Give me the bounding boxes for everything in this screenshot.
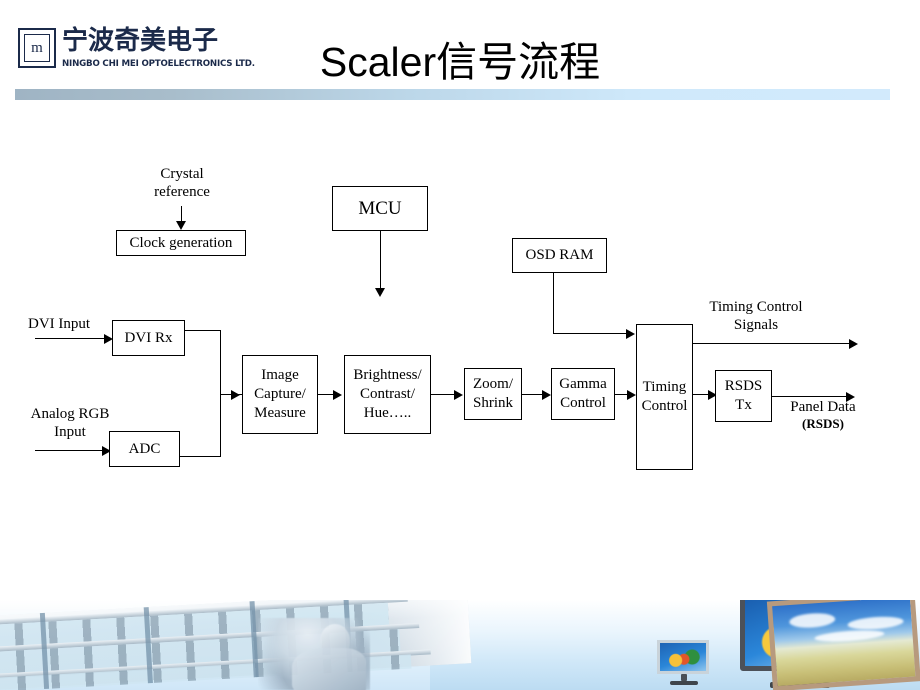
label-panel-data: Panel Data (RSDS) (777, 398, 869, 432)
analog-rgb-line-2: Input (54, 424, 86, 441)
monitor-large-cloud-2 (847, 615, 904, 632)
connector-dvi-input (35, 338, 107, 339)
box-timing-control[interactable]: Timing Control (636, 324, 693, 470)
monitor-large-cloud-3 (814, 628, 885, 644)
box-gamma-control[interactable]: Gamma Control (551, 368, 615, 420)
monitor-small-screen (657, 640, 709, 674)
box-gamma-control-line-1: Gamma (559, 376, 607, 393)
connector-rsds-panel-data (772, 396, 850, 397)
monitor-small (657, 640, 715, 686)
arrowhead-crystal-to-clock (176, 221, 186, 230)
label-dvi-input: DVI Input (28, 315, 118, 333)
factory-cleanroom-photo (0, 600, 472, 690)
box-brightness-line-1: Brightness/ (353, 367, 422, 384)
connector-imagecapture-to-brightness (318, 394, 334, 395)
box-timing-control-line-1: Timing (642, 379, 687, 396)
box-clock-generation[interactable]: Clock generation (116, 230, 246, 256)
analog-rgb-line-1: Analog RGB (30, 406, 110, 422)
box-clock-generation-label: Clock generation (129, 234, 233, 251)
label-crystal-reference: Crystal reference (136, 165, 228, 202)
connector-timing-control-signals (693, 343, 852, 344)
arrowhead-osdram-to-timing (626, 329, 635, 339)
box-zoom-shrink-line-2: Shrink (472, 395, 513, 411)
label-timing-control-signals: Timing Control Signals (690, 298, 822, 335)
box-brightness-line-2: Contrast/ (360, 386, 415, 403)
monitor-small-stand (681, 674, 687, 681)
connector-dvirx-right (185, 330, 220, 331)
box-rsds-tx[interactable]: RSDS Tx (715, 370, 772, 422)
box-zoom-shrink[interactable]: Zoom/ Shrink (464, 368, 522, 420)
panel-data-line-2: (RSDS) (802, 416, 844, 432)
monitor-small-base (670, 681, 698, 685)
connector-osdram-down (553, 273, 554, 333)
cleanroom-worker (258, 618, 370, 690)
box-dvi-rx[interactable]: DVI Rx (112, 320, 185, 356)
connector-timing-to-rsds (693, 394, 709, 395)
box-gamma-control-line-2: Control (560, 395, 606, 411)
bottom-banner-image (0, 600, 920, 690)
label-analog-rgb-input: Analog RGB Input (18, 405, 122, 442)
connector-analog-input (35, 450, 105, 451)
monitor-large (766, 600, 920, 690)
connector-adc-right (180, 456, 220, 457)
box-mcu[interactable]: MCU (332, 186, 428, 231)
arrowhead-gamma-to-timing (627, 390, 636, 400)
box-osd-ram-label: OSD RAM (525, 247, 594, 264)
box-adc[interactable]: ADC (109, 431, 180, 467)
crystal-reference-line-2: reference (154, 184, 210, 201)
box-mcu-label: MCU (358, 197, 402, 219)
box-image-capture-line-2: Capture/ (254, 386, 306, 403)
box-image-capture-line-1: Image (261, 367, 299, 384)
connector-osdram-right (553, 333, 627, 334)
box-osd-ram[interactable]: OSD RAM (512, 238, 607, 273)
monitor-large-cloud-1 (788, 611, 836, 630)
scaler-signal-flow-diagram: Crystal reference Clock generation MCU O… (0, 0, 920, 610)
box-image-capture[interactable]: Image Capture/ Measure (242, 355, 318, 434)
box-brightness-line-3: Hue….. (363, 404, 412, 421)
arrowhead-brightness-to-zoom (454, 390, 463, 400)
arrowhead-mcu-down (375, 288, 385, 297)
timing-signals-line-1: Timing Control (709, 299, 803, 315)
box-rsds-tx-line-2: Tx (735, 397, 752, 413)
arrowhead-imagecapture-to-brightness (333, 390, 342, 400)
box-zoom-shrink-line-1: Zoom/ (473, 376, 513, 393)
connector-mcu-down (380, 231, 381, 289)
arrowhead-timing-control-signals (849, 339, 858, 349)
arrowhead-zoom-to-gamma (542, 390, 551, 400)
box-dvi-rx-label: DVI Rx (124, 329, 173, 346)
box-adc-label: ADC (128, 440, 161, 457)
crystal-reference-line-1: Crystal (160, 166, 204, 182)
box-brightness-contrast-hue[interactable]: Brightness/ Contrast/ Hue….. (344, 355, 431, 434)
timing-signals-line-2: Signals (733, 317, 779, 334)
box-image-capture-line-3: Measure (254, 404, 306, 421)
connector-zoom-to-gamma (522, 394, 544, 395)
connector-brightness-to-zoom (431, 394, 456, 395)
box-timing-control-line-2: Control (641, 398, 688, 414)
slide: m 宁波奇美电子 NINGBO CHI MEI OPTOELECTRONICS … (0, 0, 920, 690)
worker-body (292, 648, 366, 690)
arrowhead-merge-to-image-capture (231, 390, 240, 400)
monitor-large-screen (766, 600, 920, 690)
box-rsds-tx-line-1: RSDS (724, 378, 763, 395)
panel-data-line-1: Panel Data (790, 399, 856, 415)
dvi-input-text: DVI Input (28, 316, 91, 332)
